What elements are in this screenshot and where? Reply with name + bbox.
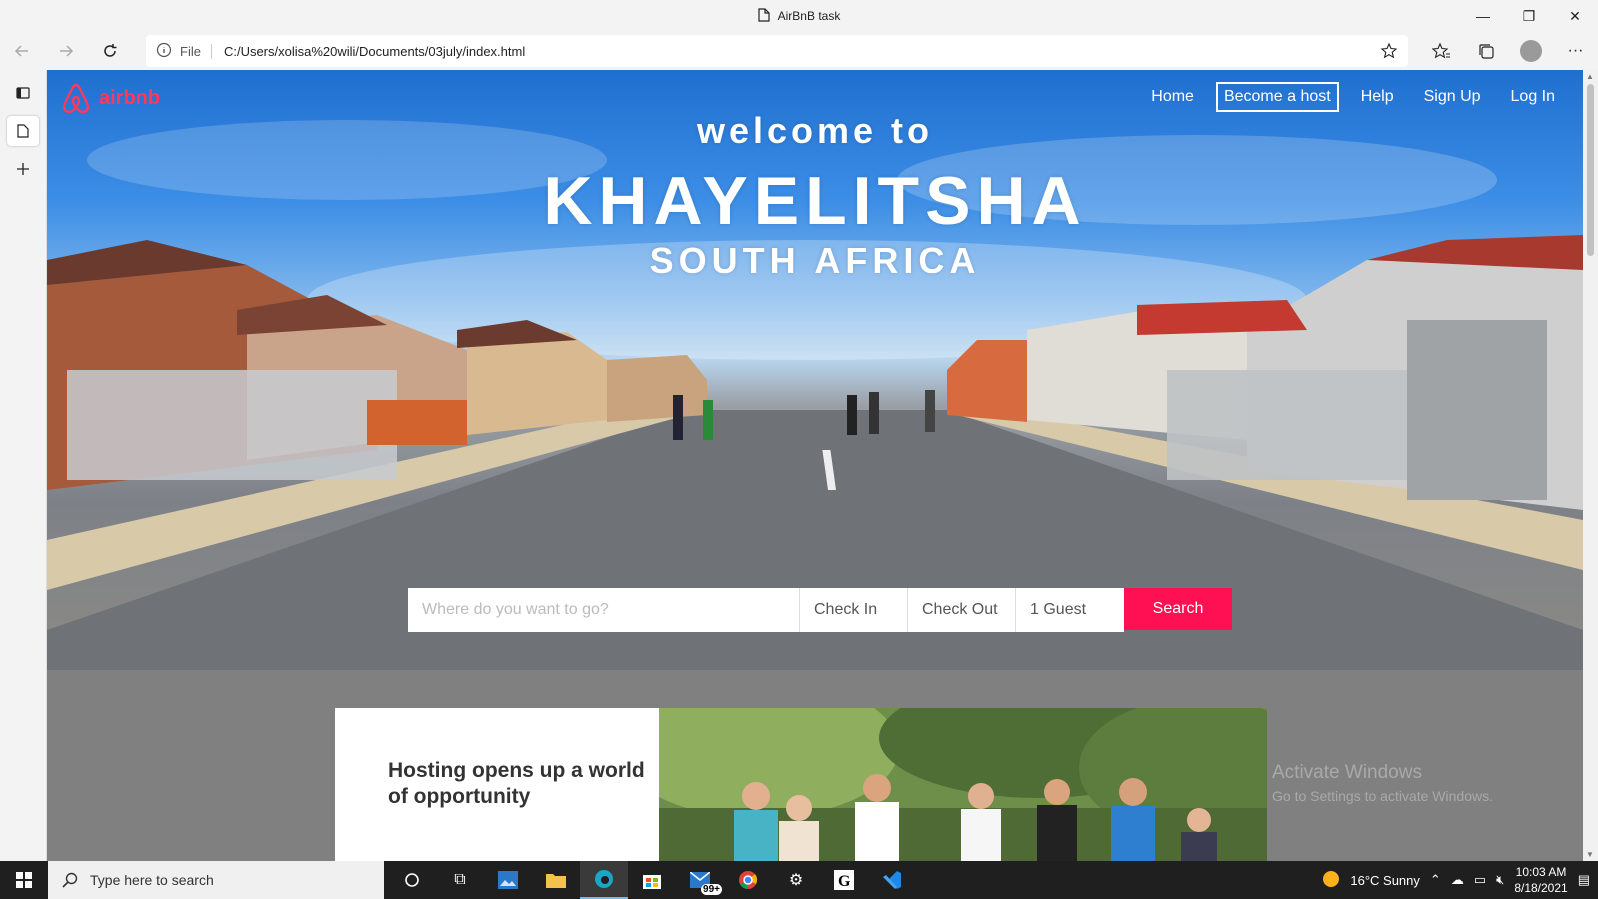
clock-time: 10:03 AM <box>1515 865 1567 879</box>
check-out-field[interactable]: Check Out <box>908 588 1016 632</box>
back-button[interactable] <box>0 35 44 67</box>
nav-help-link[interactable]: Help <box>1353 83 1402 111</box>
hosting-card: Hosting opens up a world of opportunity <box>335 708 659 861</box>
grammarly-icon[interactable]: G <box>820 861 868 899</box>
battery-icon[interactable]: ▭ <box>1474 872 1486 888</box>
cortana-icon[interactable] <box>388 861 436 899</box>
tab-page-icon[interactable] <box>7 116 39 146</box>
search-bar: Where do you want to go? Check In Check … <box>408 588 1232 632</box>
url-text[interactable]: C:/Users/xolisa%20wili/Documents/03july/… <box>224 44 525 59</box>
hero-section: airbnb Home Become a host Help Sign Up L… <box>47 70 1583 670</box>
restore-button[interactable]: ❐ <box>1506 0 1552 32</box>
svg-text:G: G <box>838 873 851 890</box>
taskbar-apps: ⧉ 99+ ⚙ G <box>388 861 916 899</box>
collections-icon[interactable] <box>1463 42 1508 60</box>
notifications-icon[interactable]: ▤ <box>1578 872 1590 888</box>
destination-input[interactable]: Where do you want to go? <box>408 588 800 632</box>
refresh-icon <box>104 44 117 57</box>
file-scheme-label: File <box>180 43 212 59</box>
browser-toolbar: File C:/Users/xolisa%20wili/Documents/03… <box>0 32 1598 70</box>
minimize-button[interactable]: — <box>1460 0 1506 32</box>
window-title: AirBnB task <box>758 7 841 25</box>
mail-app-icon[interactable]: 99+ <box>676 861 724 899</box>
windows-taskbar: Type here to search ⧉ 99+ ⚙ G 16°C Sunny… <box>0 861 1598 899</box>
weather-sun-icon[interactable] <box>1322 870 1340 891</box>
scrollbar-thumb[interactable] <box>1587 84 1594 256</box>
guests-field[interactable]: 1 Guest <box>1016 588 1124 632</box>
vertical-tab-strip <box>0 70 47 861</box>
tab-actions-icon[interactable] <box>7 78 39 108</box>
address-bar[interactable]: File C:/Users/xolisa%20wili/Documents/03… <box>146 35 1408 67</box>
windows-logo-icon <box>16 872 32 888</box>
store-app-icon[interactable] <box>628 861 676 899</box>
forward-button[interactable] <box>44 35 88 67</box>
hero-welcome-text: welcome to <box>696 110 934 151</box>
scroll-up-icon[interactable]: ▲ <box>1586 72 1594 81</box>
hosts-group-photo <box>659 708 1267 861</box>
vscode-icon[interactable] <box>868 861 916 899</box>
arrow-right-icon <box>60 45 74 57</box>
scroll-down-icon[interactable]: ▼ <box>1586 850 1594 859</box>
chevron-up-icon[interactable]: ⌃ <box>1430 872 1441 888</box>
check-in-field[interactable]: Check In <box>800 588 908 632</box>
taskbar-search-placeholder: Type here to search <box>90 872 214 888</box>
document-icon <box>758 7 770 25</box>
onedrive-icon[interactable]: ☁ <box>1451 872 1464 888</box>
favorites-icon[interactable] <box>1418 42 1463 60</box>
mail-badge: 99+ <box>701 884 722 895</box>
arrow-left-icon <box>14 45 28 57</box>
window-title-text: AirBnB task <box>777 9 841 23</box>
weather-text[interactable]: 16°C Sunny <box>1350 873 1420 888</box>
activate-windows-watermark: Activate Windows Go to Settings to activ… <box>1272 762 1493 804</box>
edge-browser-icon[interactable] <box>580 861 628 899</box>
hero-title: KHAYELITSHA <box>543 163 1087 239</box>
nav-signup-link[interactable]: Sign Up <box>1416 83 1489 111</box>
system-clock[interactable]: 10:03 AM 8/18/2021 <box>1514 864 1567 896</box>
search-button[interactable]: Search <box>1124 588 1232 630</box>
top-navigation: Home Become a host Help Sign Up Log In <box>1129 82 1563 112</box>
info-icon[interactable] <box>156 42 172 61</box>
more-options-icon[interactable]: ··· <box>1553 42 1598 60</box>
task-view-icon[interactable]: ⧉ <box>436 861 484 899</box>
chrome-icon[interactable] <box>724 861 772 899</box>
settings-gear-icon[interactable]: ⚙ <box>772 861 820 899</box>
watermark-title: Activate Windows <box>1272 762 1422 783</box>
page-viewport: airbnb Home Become a host Help Sign Up L… <box>47 70 1583 861</box>
nav-login-link[interactable]: Log In <box>1503 83 1563 111</box>
hero-subtitle: SOUTH AFRICA <box>649 240 981 281</box>
street-scene-image <box>47 120 1583 670</box>
start-button[interactable] <box>0 861 48 899</box>
hosting-heading: Hosting opens up a world of opportunity <box>388 759 645 808</box>
taskbar-search-box[interactable]: Type here to search <box>48 861 384 899</box>
add-favorite-icon[interactable] <box>1380 42 1398 63</box>
file-explorer-icon[interactable] <box>532 861 580 899</box>
nav-home-link[interactable]: Home <box>1143 83 1202 111</box>
title-bar: AirBnB task — ❐ ✕ <box>0 0 1598 32</box>
profile-avatar[interactable] <box>1508 40 1553 62</box>
system-tray: 16°C Sunny ⌃ ☁ ▭ 🔇︎ 10:03 AM 8/18/2021 ▤ <box>1322 861 1598 899</box>
search-icon <box>62 872 78 888</box>
nav-become-host-link[interactable]: Become a host <box>1215 82 1339 112</box>
logo-text: airbnb <box>99 86 161 109</box>
photos-app-icon[interactable] <box>484 861 532 899</box>
clock-date: 8/18/2021 <box>1514 881 1568 895</box>
new-tab-icon[interactable] <box>7 154 39 184</box>
page-scrollbar[interactable]: ▲ ▼ <box>1583 70 1598 861</box>
volume-muted-icon[interactable]: 🔇︎ <box>1496 872 1504 888</box>
watermark-subtitle: Go to Settings to activate Windows. <box>1272 788 1493 804</box>
close-window-button[interactable]: ✕ <box>1552 0 1598 32</box>
refresh-button[interactable] <box>88 35 132 67</box>
